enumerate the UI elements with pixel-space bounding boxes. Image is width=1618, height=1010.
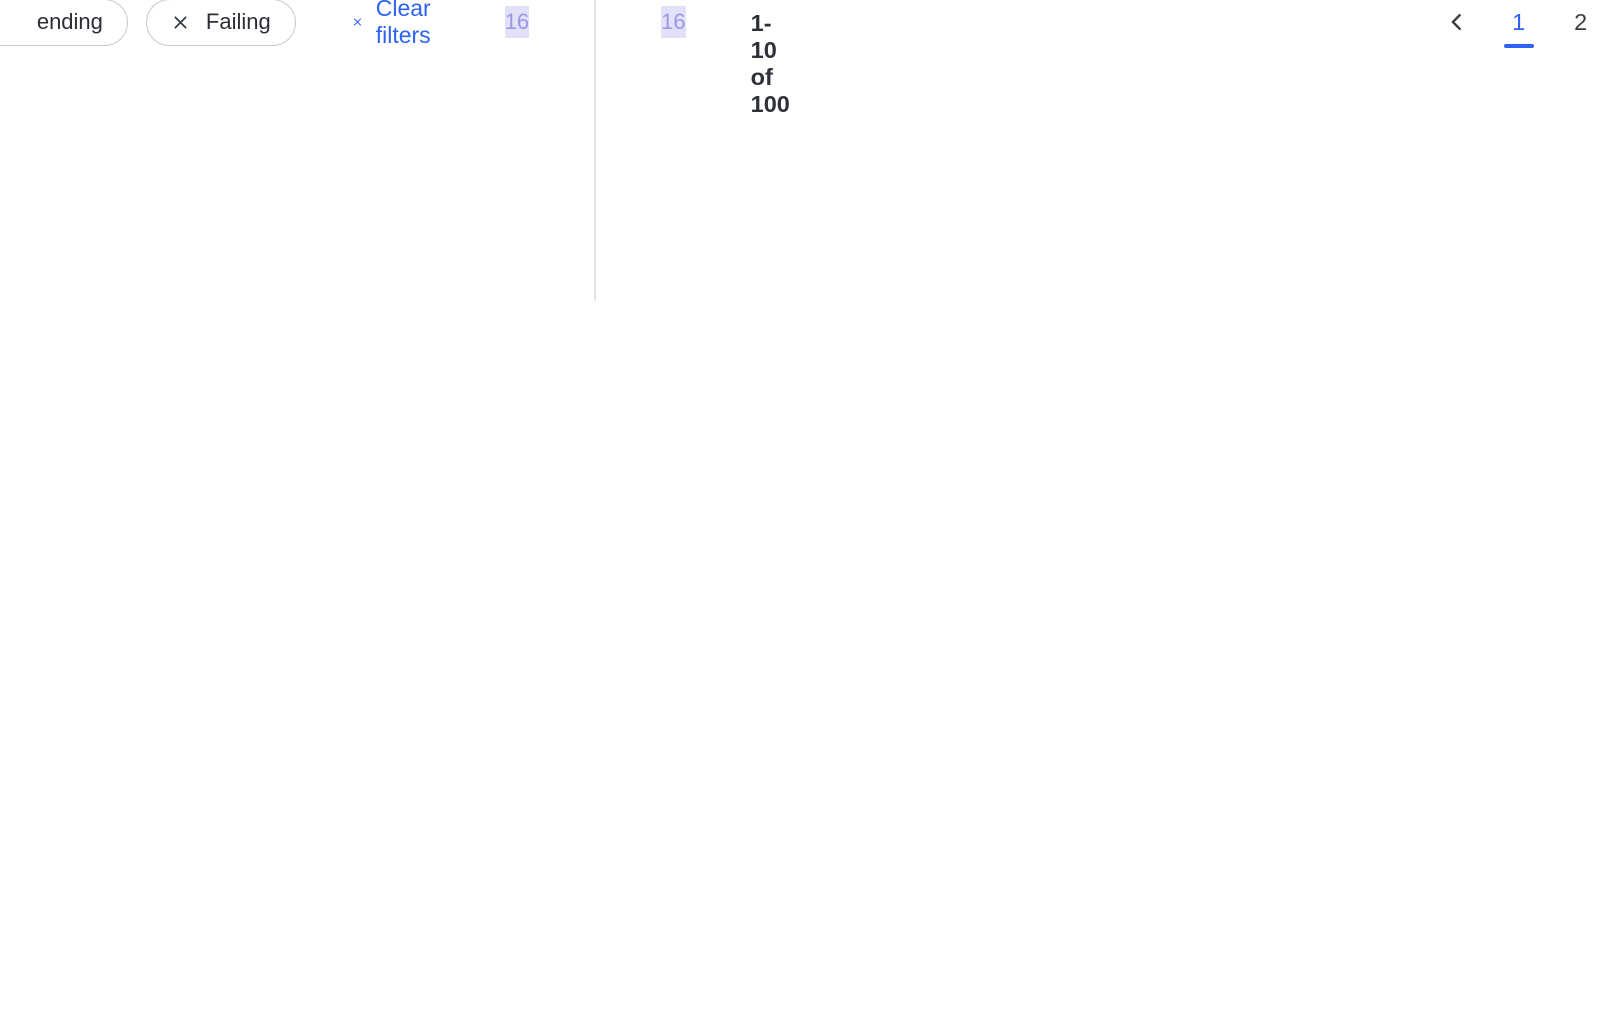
clear-icon — [352, 12, 363, 32]
filter-chip-label: Pending — [22, 9, 103, 35]
filter-chip-pending[interactable]: Pending — [0, 0, 128, 46]
filter-chip-label: Failing — [206, 9, 271, 35]
filter-chip-failing[interactable]: Failing — [146, 0, 296, 46]
peer-name-cell: cluster-6-partition-2 — [595, 115, 596, 207]
page-button-1[interactable]: 1 — [1501, 0, 1537, 44]
peer-name-cell: cluster-5-partition-5 — [595, 0, 596, 21]
clear-filters-link[interactable]: Clear filters — [352, 0, 440, 49]
chip-remove-icon[interactable] — [0, 13, 6, 32]
peer-name-cell: cluster-6-partition-2 — [595, 208, 596, 300]
spacing-marker: 16 — [661, 6, 685, 38]
peer-name-cell: cluster-6-partition-2 — [595, 22, 596, 114]
chevron-left-icon — [1446, 11, 1468, 33]
filters-row: Filters applied: ActiveStartingPendingFa… — [0, 0, 440, 46]
peers-table: Peer name Cluster partition Status Impor… — [594, 0, 596, 301]
page: Dropdown Dropdown Dropdown 16 Filters ap… — [0, 0, 36, 44]
results-summary: 1-10 of 100 — [751, 10, 790, 118]
spacing-marker: 16 — [505, 6, 529, 38]
page-list: 1234…910 — [1439, 0, 1618, 44]
spacing-marker-label: 16 — [661, 9, 685, 35]
filter-chips: ActiveStartingPendingFailing — [0, 0, 296, 46]
page-button-2[interactable]: 2 — [1563, 0, 1599, 44]
spacing-marker-label: 16 — [505, 9, 529, 35]
previous-page-button[interactable] — [1439, 0, 1475, 44]
chip-remove-icon[interactable] — [171, 13, 190, 32]
clear-filters-label: Clear filters — [376, 0, 440, 49]
